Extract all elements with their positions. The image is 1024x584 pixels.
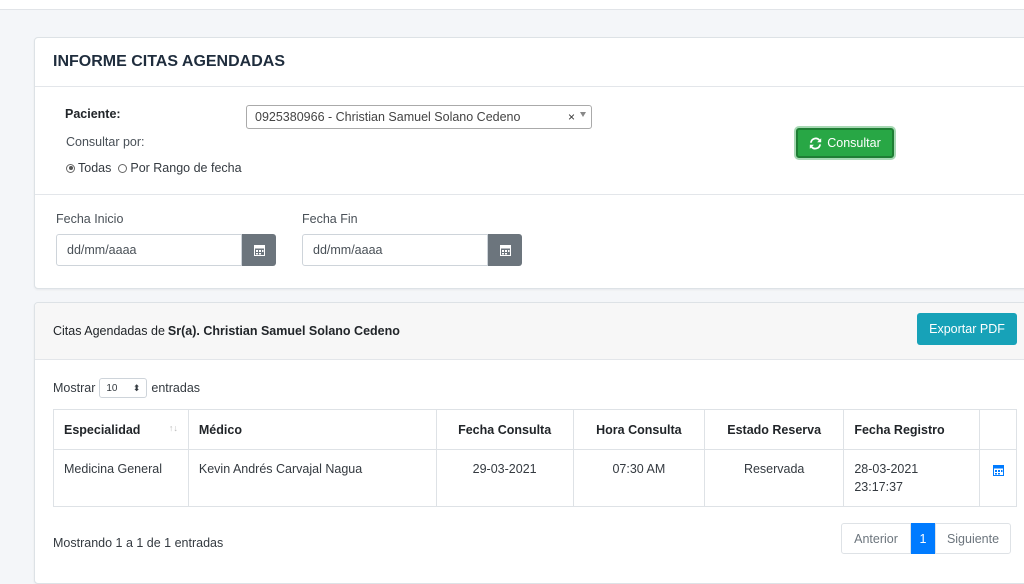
radio-rango-fecha[interactable] bbox=[118, 163, 128, 173]
consultar-por-options: Todas Por Rango de fecha bbox=[66, 161, 242, 175]
cell-medico: Kevin Andrés Carvajal Nagua bbox=[187, 449, 437, 507]
pagination: Anterior 1 Siguiente bbox=[841, 523, 1011, 554]
appointments-card: Citas Agendadas de Sr(a). Christian Samu… bbox=[34, 302, 1024, 584]
table-header-row: Especialidad ↑↓ Médico Fecha Consulta Ho… bbox=[53, 409, 1017, 450]
patient-name: Sr(a). Christian Samuel Solano Cedeno bbox=[167, 324, 400, 338]
page-length-control: Mostrar 10 ⬍ entradas bbox=[53, 378, 200, 398]
sync-icon bbox=[810, 137, 822, 149]
page-length-select[interactable]: 10 ⬍ bbox=[99, 378, 148, 398]
pager-next[interactable]: Siguiente bbox=[935, 523, 1011, 554]
cell-fecha-consulta: 29-03-2021 bbox=[435, 449, 574, 507]
calendar-icon bbox=[253, 245, 265, 256]
col-medico[interactable]: Médico bbox=[187, 409, 437, 450]
col-label: Especialidad bbox=[64, 422, 141, 437]
appointments-table: Especialidad ↑↓ Médico Fecha Consulta Ho… bbox=[53, 409, 1017, 507]
header-prefix: Citas Agendadas de bbox=[53, 324, 165, 338]
pager-prev[interactable]: Anterior bbox=[841, 523, 911, 554]
cell-action bbox=[979, 449, 1017, 507]
radio-todas-label: Todas bbox=[78, 161, 112, 175]
paciente-label: Paciente: bbox=[65, 107, 121, 121]
radio-todas[interactable] bbox=[66, 163, 75, 173]
cell-especialidad: Medicina General bbox=[53, 449, 189, 507]
cell-fecha-registro: 28-03-2021 23:17:37 bbox=[843, 449, 981, 507]
table-info: Mostrando 1 a 1 de 1 entradas bbox=[53, 536, 224, 550]
radio-rango-fecha-label: Por Rango de fecha bbox=[130, 161, 242, 175]
fecha-fin-label: Fecha Fin bbox=[302, 212, 358, 226]
mostrar-label: Mostrar bbox=[53, 381, 96, 395]
page-length-value: 10 bbox=[106, 382, 118, 394]
col-especialidad[interactable]: Especialidad ↑↓ bbox=[53, 409, 189, 450]
col-actions bbox=[979, 409, 1017, 450]
calendar-icon[interactable] bbox=[992, 464, 1004, 476]
clear-selection-icon[interactable]: × bbox=[568, 110, 575, 124]
consultar-button[interactable]: Consultar bbox=[796, 128, 894, 158]
export-pdf-button[interactable]: Exportar PDF bbox=[917, 313, 1017, 345]
consultar-por-label: Consultar por: bbox=[66, 135, 145, 149]
paciente-select[interactable]: 0925380966 - Christian Samuel Solano Ced… bbox=[246, 105, 592, 129]
fecha-fin-group: dd/mm/aaaa bbox=[302, 234, 522, 266]
chevron-down-icon bbox=[580, 112, 586, 117]
fecha-fin-input[interactable]: dd/mm/aaaa bbox=[302, 234, 488, 266]
fecha-registro-date: 28-03-2021 bbox=[854, 462, 919, 476]
table-row: Medicina General Kevin Andrés Carvajal N… bbox=[53, 449, 1017, 507]
appointments-card-header: Citas Agendadas de Sr(a). Christian Samu… bbox=[35, 303, 1024, 360]
fecha-inicio-input[interactable]: dd/mm/aaaa bbox=[56, 234, 242, 266]
col-hora-consulta[interactable]: Hora Consulta bbox=[572, 409, 706, 450]
fecha-inicio-label: Fecha Inicio bbox=[56, 212, 124, 226]
calendar-icon bbox=[499, 245, 511, 256]
col-fecha-registro[interactable]: Fecha Registro bbox=[843, 409, 981, 450]
fecha-inicio-group: dd/mm/aaaa bbox=[56, 234, 276, 266]
sort-icon: ↑↓ bbox=[168, 422, 178, 433]
cell-estado-reserva: Reservada bbox=[704, 449, 845, 507]
fecha-inicio-calendar-button[interactable] bbox=[242, 234, 276, 266]
divider bbox=[35, 194, 1024, 195]
fecha-registro-time: 23:17:37 bbox=[854, 480, 903, 494]
consultar-button-label: Consultar bbox=[827, 136, 881, 150]
paciente-select-value: 0925380966 - Christian Samuel Solano Ced… bbox=[255, 110, 521, 124]
cell-hora-consulta: 07:30 AM bbox=[572, 449, 706, 507]
col-estado-reserva[interactable]: Estado Reserva bbox=[704, 409, 845, 450]
top-navbar bbox=[0, 0, 1024, 10]
entradas-label: entradas bbox=[151, 381, 201, 395]
updown-caret-icon: ⬍ bbox=[132, 382, 141, 393]
fecha-fin-calendar-button[interactable] bbox=[488, 234, 522, 266]
report-filter-card: INFORME CITAS AGENDADAS Paciente: 092538… bbox=[34, 37, 1024, 289]
page-title: INFORME CITAS AGENDADAS bbox=[35, 38, 1024, 87]
pager-page-1[interactable]: 1 bbox=[911, 523, 935, 554]
col-fecha-consulta[interactable]: Fecha Consulta bbox=[435, 409, 574, 450]
